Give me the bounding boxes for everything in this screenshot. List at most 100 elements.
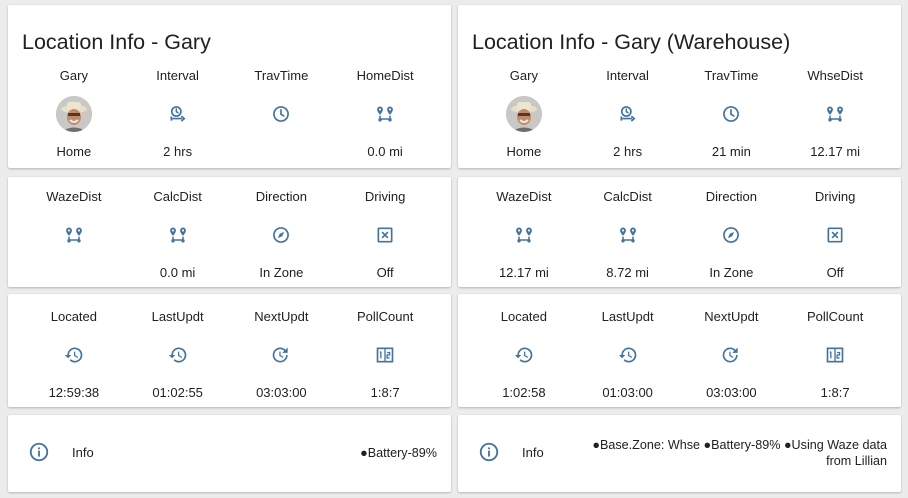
avatar[interactable] (55, 96, 92, 132)
entity-wazedist[interactable]: WazeDist 12.17 mi (472, 189, 576, 281)
entity-state: 21 min (711, 144, 751, 159)
info-card[interactable]: Info ●Battery-89% (8, 415, 451, 492)
timer-sand-arrow-icon[interactable] (160, 96, 196, 132)
map-marker-distance-icon[interactable] (160, 217, 196, 253)
entity-name: LastUpdt (151, 309, 204, 324)
close-box-icon[interactable] (817, 217, 853, 253)
entity-calcdist[interactable]: CalcDist 0.0 mi (126, 189, 230, 281)
entity-state: 1:8:7 (370, 385, 400, 400)
card-title: Location Info - Gary (22, 30, 211, 54)
info-card[interactable]: Info ●Base.Zone: Whse ●Battery-89% ●Usin… (458, 415, 901, 492)
map-marker-distance-icon[interactable] (56, 217, 92, 253)
entity-homedist[interactable]: HomeDist 0.0 mi (333, 68, 437, 160)
history-icon[interactable] (56, 337, 92, 373)
location-card-main: Location Info - Gary (Warehouse) Gary Ho… (458, 5, 901, 168)
entity-driving[interactable]: Driving Off (333, 189, 437, 281)
entity-state: 03:03:00 (706, 385, 757, 400)
counter-icon[interactable] (367, 337, 403, 373)
entity-state: 01:03:00 (602, 385, 653, 400)
map-marker-distance-icon[interactable] (817, 96, 853, 132)
compass-icon[interactable] (263, 217, 299, 253)
entity-direction[interactable]: Direction In Zone (680, 189, 784, 281)
history-icon[interactable] (506, 337, 542, 373)
entity-name: Direction (705, 189, 758, 204)
avatar-photo (55, 96, 92, 132)
entity-name: WazeDist (46, 189, 102, 204)
entity-state: 12.17 mi (810, 144, 861, 159)
clock-icon[interactable] (263, 96, 299, 132)
entity-name: Located (50, 309, 97, 324)
entity-driving[interactable]: Driving Off (783, 189, 887, 281)
entity-name: Driving (814, 189, 856, 204)
map-marker-distance-icon[interactable] (610, 217, 646, 253)
entity-name: LastUpdt (601, 309, 654, 324)
entity-calcdist[interactable]: CalcDist 8.72 mi (576, 189, 680, 281)
update-icon[interactable] (263, 337, 299, 373)
entity-name: WhseDist (807, 68, 863, 83)
entity-gary[interactable]: Gary Home (22, 68, 126, 160)
entity-name: PollCount (806, 309, 864, 324)
entity-name: NextUpdt (704, 309, 759, 324)
distance-card: WazeDist CalcDist 0.0 mi Direction In Zo… (8, 177, 451, 287)
entity-located[interactable]: Located 12:59:38 (22, 309, 126, 401)
map-marker-distance-icon[interactable] (367, 96, 403, 132)
counter-icon[interactable] (817, 337, 853, 373)
location-card-main: Location Info - Gary Gary Home Interval … (8, 5, 451, 168)
entity-name: CalcDist (153, 189, 202, 204)
compass-icon[interactable] (713, 217, 749, 253)
entity-state: 8.72 mi (606, 265, 649, 280)
entity-lastupdt[interactable]: LastUpdt 01:02:55 (126, 309, 230, 401)
card-title: Location Info - Gary (Warehouse) (472, 30, 791, 54)
entity-lastupdt[interactable]: LastUpdt 01:03:00 (576, 309, 680, 401)
info-icon[interactable] (28, 441, 52, 465)
clock-icon[interactable] (713, 96, 749, 132)
entity-state: 0.0 mi (159, 265, 196, 280)
entity-state: Off (376, 265, 394, 280)
info-value: ●Base.Zone: Whse ●Battery-89% ●Using Waz… (592, 438, 887, 468)
entity-whsedist[interactable]: WhseDist 12.17 mi (783, 68, 887, 160)
info-label: Info (72, 445, 94, 460)
entity-gary[interactable]: Gary Home (472, 68, 576, 160)
entity-row-1: Gary Home Interval 2 hrs TravTime 21 min… (472, 68, 887, 160)
entity-located[interactable]: Located 1:02:58 (472, 309, 576, 401)
entity-state: In Zone (259, 265, 304, 280)
entity-pollcount[interactable]: PollCount 1:8:7 (783, 309, 887, 401)
avatar[interactable] (505, 96, 542, 132)
update-icon[interactable] (713, 337, 749, 373)
entity-name: TravTime (704, 68, 759, 83)
entity-state: 1:02:58 (502, 385, 546, 400)
info-icon[interactable] (478, 441, 502, 465)
entity-direction[interactable]: Direction In Zone (230, 189, 334, 281)
entity-row-1: Gary Home Interval 2 hrs TravTime HomeDi… (22, 68, 437, 160)
info-label: Info (522, 445, 544, 460)
update-card: Located 1:02:58 LastUpdt 01:03:00 NextUp… (458, 294, 901, 407)
entity-name: Direction (255, 189, 308, 204)
distance-card: WazeDist 12.17 mi CalcDist 8.72 mi Direc… (458, 177, 901, 287)
history-icon[interactable] (610, 337, 646, 373)
entity-pollcount[interactable]: PollCount 1:8:7 (333, 309, 437, 401)
entity-nextupdt[interactable]: NextUpdt 03:03:00 (230, 309, 334, 401)
entity-state: 12:59:38 (48, 385, 100, 400)
entity-interval[interactable]: Interval 2 hrs (576, 68, 680, 160)
timer-sand-arrow-icon[interactable] (610, 96, 646, 132)
entity-name: Gary (59, 68, 88, 83)
entity-state: 2 hrs (613, 144, 643, 159)
entity-nextupdt[interactable]: NextUpdt 03:03:00 (680, 309, 784, 401)
close-box-icon[interactable] (367, 217, 403, 253)
entity-state: 03:03:00 (256, 385, 307, 400)
entity-row-2: WazeDist CalcDist 0.0 mi Direction In Zo… (22, 189, 437, 281)
history-icon[interactable] (160, 337, 196, 373)
entity-state: 0.0 mi (367, 144, 403, 159)
entity-name: CalcDist (603, 189, 652, 204)
entity-interval[interactable]: Interval 2 hrs (126, 68, 230, 160)
entity-travtime[interactable]: TravTime 21 min (680, 68, 784, 160)
entity-travtime[interactable]: TravTime (230, 68, 334, 160)
map-marker-distance-icon[interactable] (506, 217, 542, 253)
entity-name: Gary (509, 68, 538, 83)
entity-state: 12.17 mi (498, 265, 549, 280)
entity-row-2: WazeDist 12.17 mi CalcDist 8.72 mi Direc… (472, 189, 887, 281)
entity-wazedist[interactable]: WazeDist (22, 189, 126, 281)
avatar-photo (505, 96, 542, 132)
entity-name: Located (500, 309, 547, 324)
update-card: Located 12:59:38 LastUpdt 01:02:55 NextU… (8, 294, 451, 407)
